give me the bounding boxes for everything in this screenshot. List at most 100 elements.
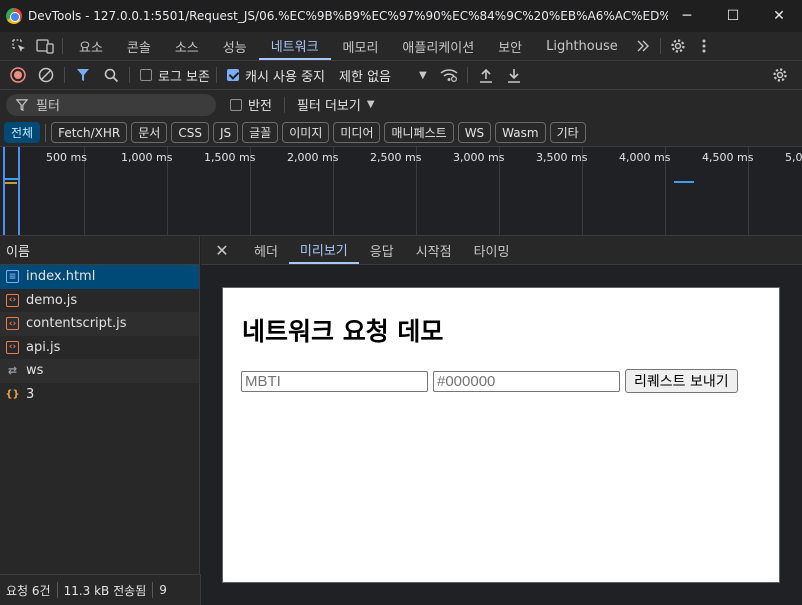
- request-list: 이름 ≡ index.html ‹› demo.js ‹› contentscr…: [0, 236, 200, 574]
- filter-placeholder: 필터: [36, 99, 60, 114]
- request-row-index-html[interactable]: ≡ index.html: [0, 265, 199, 289]
- color-input[interactable]: [433, 371, 620, 392]
- preserve-log-checkbox[interactable]: [140, 69, 152, 81]
- detail-tabs: ✕ 헤더 미리보기 응답 시작점 타이밍: [201, 236, 802, 265]
- toolbar-divider: [129, 67, 130, 83]
- network-settings-gear-icon[interactable]: [766, 61, 794, 89]
- request-name: index.html: [26, 269, 96, 285]
- close-window-button[interactable]: ✕: [756, 0, 802, 32]
- export-har-download-icon[interactable]: [500, 61, 528, 89]
- disable-cache-checkbox[interactable]: [226, 69, 239, 81]
- tab-headers[interactable]: 헤더: [243, 236, 289, 264]
- tab-elements[interactable]: 요소: [67, 32, 115, 60]
- network-toolbar: 로그 보존 캐시 사용 중지 제한 없음 ▼: [0, 61, 802, 90]
- websocket-icon: ⇄: [7, 364, 18, 378]
- settings-gear-icon[interactable]: [665, 32, 691, 60]
- script-icon: ‹›: [6, 340, 19, 354]
- type-filter-js[interactable]: JS: [212, 122, 239, 143]
- request-name: 3: [26, 386, 35, 402]
- maximize-button[interactable]: ☐: [710, 0, 756, 32]
- timeline-tick-label: 2,500 ms: [370, 151, 422, 164]
- network-conditions-wifi-icon[interactable]: [435, 61, 463, 89]
- more-tabs-chevron-icon[interactable]: [630, 32, 656, 60]
- invert-label: 반전: [248, 99, 272, 114]
- close-details-icon[interactable]: ✕: [201, 236, 243, 264]
- tab-network[interactable]: 네트워크: [258, 32, 331, 60]
- request-count: 요청 6건: [6, 583, 51, 598]
- disable-cache-label: 캐시 사용 중지: [244, 69, 326, 85]
- transferred-size: 11.3 kB 전송됨: [63, 583, 147, 598]
- more-options-icon[interactable]: [691, 32, 717, 60]
- json-icon: {}: [5, 388, 20, 400]
- timeline-tick-label: 3,500 ms: [536, 151, 588, 164]
- filter-funnel-icon[interactable]: [69, 61, 97, 89]
- tab-performance[interactable]: 성능: [211, 32, 259, 60]
- invert-checkbox[interactable]: [230, 98, 242, 111]
- timeline-tick-label: 1,000 ms: [121, 151, 173, 164]
- tab-timing[interactable]: 타이밍: [463, 236, 521, 264]
- request-name: demo.js: [26, 292, 78, 308]
- import-har-upload-icon[interactable]: [472, 61, 500, 89]
- send-request-button[interactable]: 리퀘스트 보내기: [625, 369, 738, 393]
- request-row-contentscript-js[interactable]: ‹› contentscript.js: [0, 312, 199, 336]
- more-filters-button[interactable]: 필터 더보기: [297, 95, 361, 114]
- request-row-3[interactable]: {} 3: [0, 383, 199, 407]
- inspect-element-icon[interactable]: [6, 32, 32, 60]
- load-event-marker: [18, 147, 20, 235]
- network-timeline-overview[interactable]: 500 ms 1,000 ms 1,500 ms 2,000 ms 2,500 …: [0, 147, 802, 236]
- search-icon[interactable]: [97, 61, 125, 89]
- chrome-logo-icon: [6, 8, 22, 24]
- timeline-tick-label: 500 ms: [46, 151, 87, 164]
- tab-initiator[interactable]: 시작점: [405, 236, 463, 264]
- request-row-demo-js[interactable]: ‹› demo.js: [0, 289, 199, 313]
- type-filter-fetch-xhr[interactable]: Fetch/XHR: [51, 122, 128, 143]
- more-filters-dropdown-icon[interactable]: ▼: [367, 99, 375, 110]
- toolbar-divider: [215, 67, 217, 83]
- filter-input[interactable]: 필터: [6, 93, 216, 116]
- clear-icon[interactable]: [32, 61, 60, 89]
- filter-funnel-icon: [16, 98, 28, 111]
- type-filter-font[interactable]: 글꼴: [242, 122, 279, 143]
- type-filter-doc[interactable]: 문서: [131, 122, 168, 143]
- toolbar-divider: [659, 38, 661, 54]
- request-waterfall-bar: [5, 182, 17, 184]
- throttling-select[interactable]: 제한 없음: [339, 66, 391, 85]
- name-column-header[interactable]: 이름: [0, 236, 199, 265]
- timeline-tick-label: 1,500 ms: [204, 151, 256, 164]
- request-waterfall-bar: [674, 181, 694, 183]
- document-icon: ≡: [6, 270, 19, 284]
- dom-content-loaded-marker: [3, 147, 5, 235]
- tab-response[interactable]: 응답: [359, 236, 405, 264]
- tab-sources[interactable]: 소스: [163, 32, 211, 60]
- request-name: api.js: [26, 339, 61, 355]
- tab-application[interactable]: 애플리케이션: [390, 32, 486, 60]
- type-filter-media[interactable]: 미디어: [333, 122, 381, 143]
- type-filter-ws[interactable]: WS: [457, 122, 492, 143]
- tab-memory[interactable]: 메모리: [331, 32, 391, 60]
- type-filter-manifest[interactable]: 매니페스트: [384, 122, 454, 143]
- script-icon: ‹›: [6, 317, 19, 331]
- minimize-button[interactable]: ─: [664, 0, 710, 32]
- window-title: DevTools - 127.0.0.1:5501/Request_JS/06.…: [28, 9, 668, 23]
- tab-console[interactable]: 콘솔: [115, 32, 163, 60]
- type-filter-css[interactable]: CSS: [171, 122, 209, 143]
- toolbar-divider: [466, 67, 468, 83]
- record-stop-icon[interactable]: [4, 61, 32, 89]
- timeline-tick-label: 4,500 ms: [702, 151, 754, 164]
- toolbar-divider: [64, 67, 65, 83]
- type-filter-all[interactable]: 전체: [4, 122, 41, 143]
- throttling-dropdown-icon[interactable]: ▼: [419, 70, 427, 81]
- request-name: ws: [26, 363, 44, 379]
- tab-security[interactable]: 보안: [486, 32, 534, 60]
- tab-preview[interactable]: 미리보기: [288, 236, 359, 264]
- window-titlebar: DevTools - 127.0.0.1:5501/Request_JS/06.…: [0, 0, 802, 32]
- type-filter-img[interactable]: 이미지: [282, 122, 330, 143]
- mbti-input[interactable]: [241, 371, 428, 392]
- device-toolbar-icon[interactable]: [32, 32, 58, 60]
- request-row-ws[interactable]: ⇄ ws: [0, 359, 199, 383]
- tab-lighthouse[interactable]: Lighthouse: [534, 32, 630, 60]
- type-filter-wasm[interactable]: Wasm: [495, 122, 546, 143]
- type-filter-other[interactable]: 기타: [549, 122, 586, 143]
- request-row-api-js[interactable]: ‹› api.js: [0, 336, 199, 360]
- devtools-panel-tabs: 요소 콘솔 소스 성능 네트워크 메모리 애플리케이션 보안 Lighthous…: [0, 32, 802, 61]
